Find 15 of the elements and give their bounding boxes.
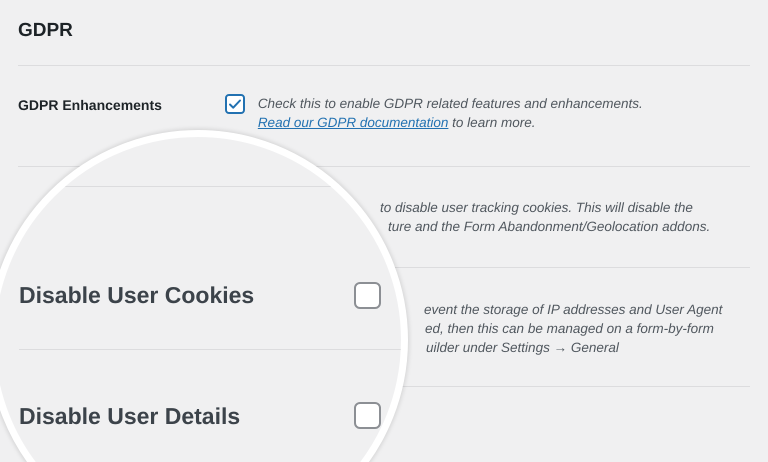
checkbox[interactable] (224, 94, 245, 114)
setting-description: ed, then this can be managed on a form-by-form (425, 320, 714, 338)
setting-description: Check this to enable GDPR related features and enhancements. Read our GDPR documentation to learn more. (258, 95, 644, 132)
documentation-link[interactable]: Read our GDPR documentation (258, 115, 448, 130)
checkbox[interactable] (354, 402, 381, 429)
setting-label: GDPR Enhancements (18, 96, 163, 115)
setting-description: uilder under Settings → General (426, 339, 619, 357)
setting-description: event the storage of IP addresses and User Agent (424, 301, 722, 319)
checkbox[interactable] (354, 282, 381, 308)
setting-description: ture and the Form Abandonment/Geolocation addons. (388, 218, 710, 236)
check-icon (228, 97, 242, 111)
setting-description: to disable user tracking cookies. This will disable the (380, 199, 693, 217)
section-title: GDPR (18, 20, 74, 42)
setting-label: Disable User Cookies (19, 282, 256, 308)
setting-label: Disable User Details (19, 402, 242, 428)
